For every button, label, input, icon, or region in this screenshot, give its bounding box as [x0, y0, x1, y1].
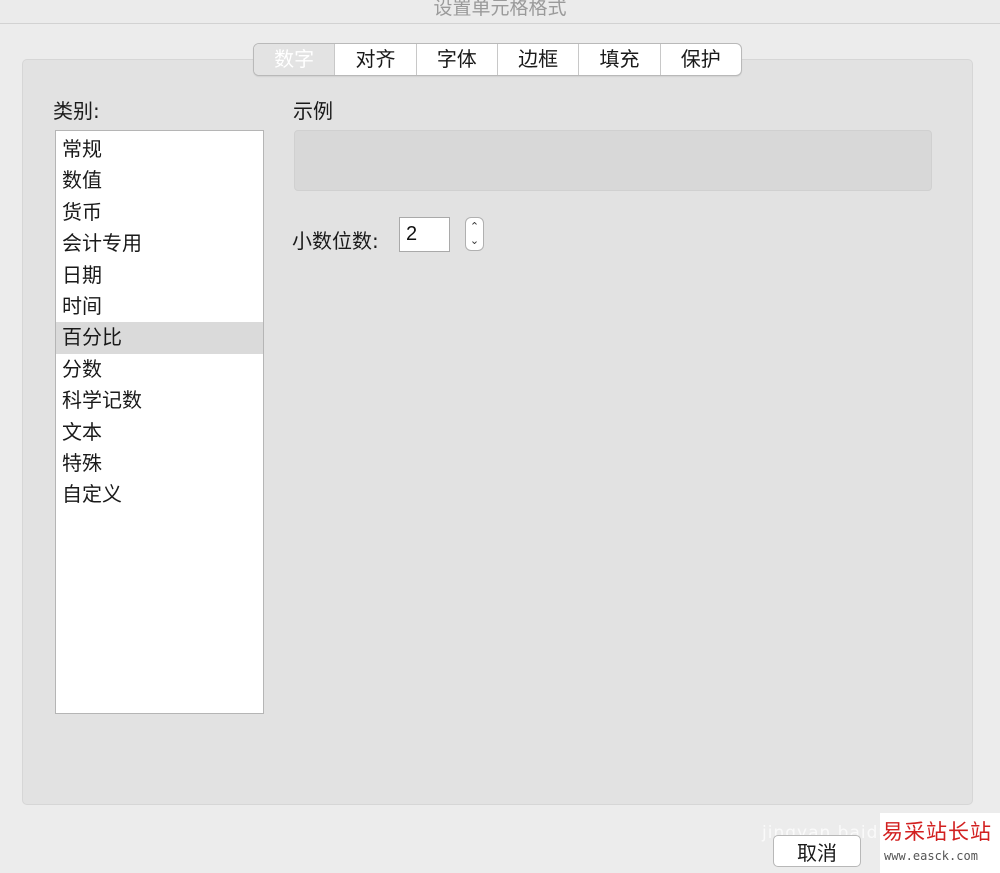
site-logo-title: 易采站长站 — [882, 820, 992, 844]
chevron-down-icon[interactable]: ⌄ — [470, 234, 479, 248]
tab-protection[interactable]: 保护 — [661, 44, 741, 75]
decimal-places-label: 小数位数: — [292, 229, 379, 253]
category-label: 类别: — [53, 99, 100, 123]
category-item-date[interactable]: 日期 — [56, 260, 263, 291]
category-item-special[interactable]: 特殊 — [56, 448, 263, 479]
category-item-percentage[interactable]: 百分比 — [56, 322, 263, 354]
category-item-number[interactable]: 数值 — [56, 165, 263, 196]
tab-number[interactable]: 数字 — [254, 44, 336, 75]
site-logo-badge: 易采站长站 www.easck.com — [880, 813, 1000, 873]
category-item-fraction[interactable]: 分数 — [56, 354, 263, 385]
tab-border[interactable]: 边框 — [498, 44, 580, 75]
sample-preview-box — [294, 130, 932, 191]
category-item-custom[interactable]: 自定义 — [56, 479, 263, 510]
decimal-places-input[interactable] — [399, 217, 450, 252]
site-logo-url: www.easck.com — [884, 849, 978, 863]
category-item-currency[interactable]: 货币 — [56, 197, 263, 228]
tab-font[interactable]: 字体 — [417, 44, 498, 75]
category-list[interactable]: 常规 数值 货币 会计专用 日期 时间 百分比 分数 科学记数 文本 特殊 自定… — [55, 130, 264, 714]
tab-alignment[interactable]: 对齐 — [335, 44, 417, 75]
decimal-places-stepper[interactable]: ⌃ ⌄ — [465, 217, 484, 251]
window-title: 设置单元格格式 — [0, 0, 1000, 24]
category-item-text[interactable]: 文本 — [56, 417, 263, 448]
category-item-scientific[interactable]: 科学记数 — [56, 385, 263, 416]
cancel-button[interactable]: 取消 — [773, 835, 861, 867]
chevron-up-icon[interactable]: ⌃ — [470, 220, 479, 234]
category-item-time[interactable]: 时间 — [56, 291, 263, 322]
tab-fill[interactable]: 填充 — [579, 44, 661, 75]
category-item-general[interactable]: 常规 — [56, 134, 263, 165]
tab-bar: 数字 对齐 字体 边框 填充 保护 — [253, 43, 742, 76]
sample-label: 示例 — [293, 99, 333, 123]
category-item-accounting[interactable]: 会计专用 — [56, 228, 263, 259]
